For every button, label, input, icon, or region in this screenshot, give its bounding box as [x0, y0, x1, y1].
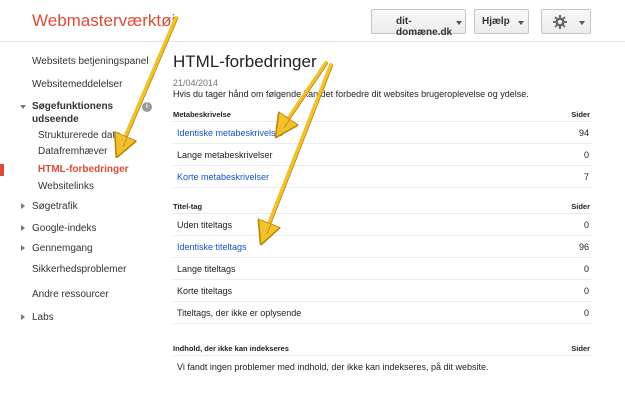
expand-right-icon[interactable] [21, 225, 25, 231]
sidebar-item-messages[interactable]: Websitemeddelelser [32, 79, 122, 90]
row-link[interactable]: Korte metabeskrivelser [177, 172, 269, 182]
non-indexable-section: Indhold, der ikke kan indekseres Sider V… [173, 342, 593, 378]
settings-button[interactable] [541, 9, 591, 34]
sidebar-item-labs[interactable]: Labs [32, 312, 54, 323]
row-count: 0 [583, 150, 589, 160]
section-header: Metabeskrivelse Sider [173, 108, 593, 122]
sidebar-item-dashboard[interactable]: Websitets betjeningspanel [32, 56, 149, 67]
sidebar-item-search-appearance[interactable]: Søgefunktionens udseende [32, 100, 132, 126]
table-row: Lange metabeskrivelser 0 [173, 144, 593, 166]
chevron-down-icon [456, 21, 462, 25]
gear-icon [553, 15, 567, 29]
row-count: 0 [583, 264, 589, 274]
row-link[interactable]: Identiske titeltags [177, 242, 247, 252]
expand-down-icon[interactable] [20, 105, 26, 109]
sidebar: Websitets betjeningspanel Websitemeddele… [0, 42, 160, 403]
sidebar-item-crawl[interactable]: Gennemgang [32, 243, 93, 254]
row-label: Lange metabeskrivelser [177, 150, 273, 160]
page-description: Hvis du tager hånd om følgende kan det f… [173, 89, 529, 99]
table-row: Lange titeltags 0 [173, 258, 593, 280]
chevron-down-icon [518, 21, 524, 25]
row-count: 0 [583, 308, 589, 318]
section-heading: Metabeskrivelse [173, 110, 231, 119]
section-header: Indhold, der ikke kan indekseres Sider [173, 342, 593, 356]
row-count: 94 [578, 128, 589, 138]
table-row: Korte titeltags 0 [173, 280, 593, 302]
sidebar-item-sitelinks[interactable]: Websitelinks [38, 181, 94, 192]
expand-right-icon[interactable] [21, 314, 25, 320]
section-heading: Indhold, der ikke kan indekseres [173, 344, 289, 353]
page-title: HTML-forbedringer [173, 52, 317, 71]
info-icon[interactable]: i [142, 102, 152, 112]
meta-description-section: Metabeskrivelse Sider Identiske metabesk… [173, 108, 593, 188]
table-row[interactable]: Identiske titeltags 96 [173, 236, 593, 258]
pages-column-header: Sider [571, 344, 590, 353]
top-header: Webmasterværktøj dit-domæne.dk Hjælp [0, 0, 625, 42]
row-label: Titeltags, der ikke er oplysende [177, 308, 302, 318]
domain-label: dit-domæne.dk [396, 16, 453, 38]
row-label: Uden titeltags [177, 220, 233, 230]
table-row: Vi fandt ingen problemer med indhold, de… [173, 356, 593, 378]
row-count: 0 [583, 286, 589, 296]
main-content: HTML-forbedringer 21/04/2014 Hvis du tag… [173, 42, 593, 403]
active-indicator [0, 164, 4, 176]
table-row: Uden titeltags 0 [173, 214, 593, 236]
row-count: 96 [578, 242, 589, 252]
section-header: Titel-tag Sider [173, 200, 593, 214]
help-button[interactable]: Hjælp [474, 9, 529, 34]
sidebar-item-data-highlighter[interactable]: Datafremhæver [38, 146, 107, 157]
domain-selector[interactable]: dit-domæne.dk [371, 9, 466, 38]
pages-column-header: Sider [571, 110, 590, 119]
table-row[interactable]: Identiske metabeskrivelser 94 [173, 122, 593, 144]
section-heading: Titel-tag [173, 202, 203, 211]
sidebar-item-structured-data[interactable]: Strukturerede data [38, 130, 121, 141]
status-message: Vi fandt ingen problemer med indhold, de… [177, 362, 489, 372]
app-title[interactable]: Webmasterværktøj [32, 11, 175, 31]
sidebar-item-security-issues[interactable]: Sikkerhedsproblemer [32, 264, 127, 275]
table-row: Titeltags, der ikke er oplysende 0 [173, 302, 593, 324]
sidebar-item-html-improvements[interactable]: HTML-forbedringer [38, 164, 129, 175]
sidebar-item-search-traffic[interactable]: Søgetrafik [32, 201, 78, 212]
row-label: Korte titeltags [177, 286, 233, 296]
row-count: 0 [583, 220, 589, 230]
row-label: Lange titeltags [177, 264, 236, 274]
row-count: 7 [583, 172, 589, 182]
sidebar-item-google-index[interactable]: Google-indeks [32, 223, 96, 234]
expand-right-icon[interactable] [21, 203, 25, 209]
report-date: 21/04/2014 [173, 78, 219, 88]
chevron-down-icon [579, 21, 585, 25]
sidebar-item-other-resources[interactable]: Andre ressourcer [32, 289, 109, 300]
row-link[interactable]: Identiske metabeskrivelser [177, 128, 284, 138]
table-row[interactable]: Korte metabeskrivelser 7 [173, 166, 593, 188]
pages-column-header: Sider [571, 202, 590, 211]
title-tag-section: Titel-tag Sider Uden titeltags 0 Identis… [173, 200, 593, 324]
help-label: Hjælp [482, 16, 510, 27]
expand-right-icon[interactable] [21, 245, 25, 251]
